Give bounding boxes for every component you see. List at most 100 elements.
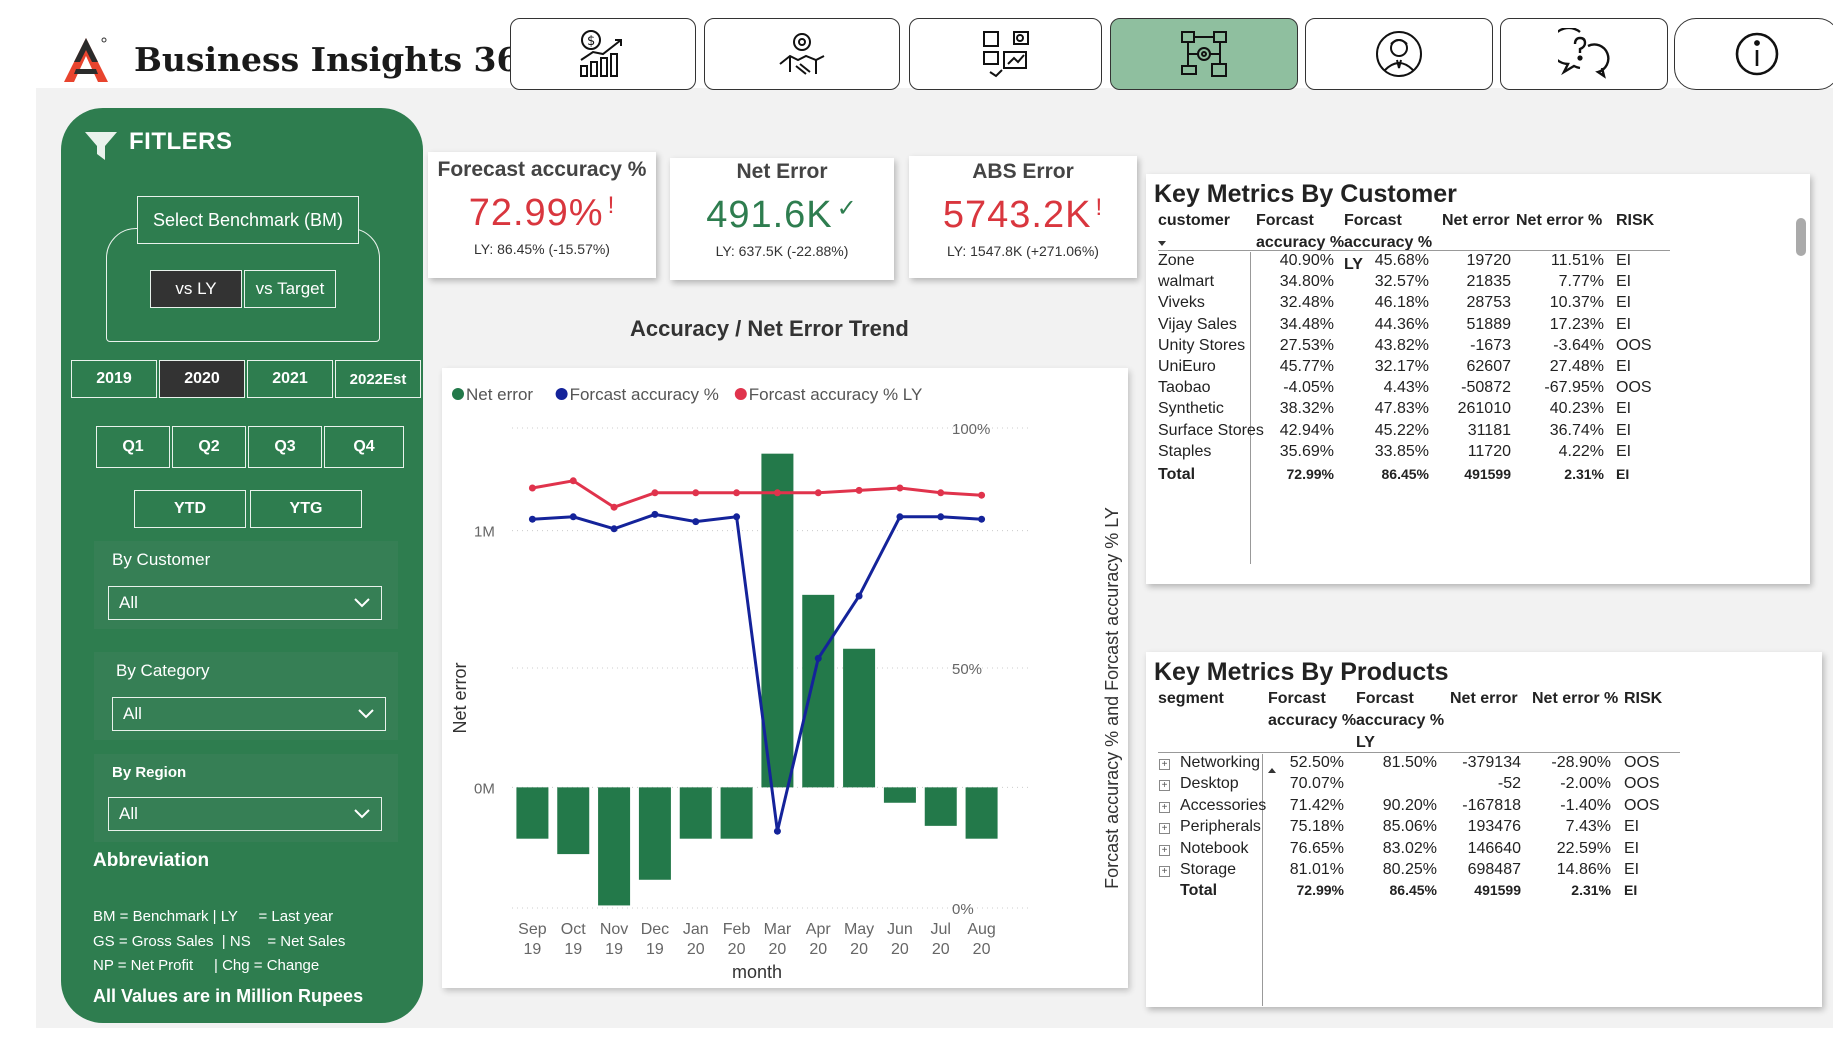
region-dropdown-value: All	[119, 804, 138, 823]
right-axis-title: Forcast accuracy % and Forcast accuracy …	[1102, 507, 1122, 889]
nav-finance-button[interactable]: $	[510, 18, 696, 90]
legend-label: Forcast accuracy % LY	[749, 385, 923, 404]
customer-dropdown[interactable]: All	[108, 586, 382, 620]
legend-marker	[734, 388, 747, 400]
table-cell: -28.90%	[1551, 754, 1611, 771]
units-note: All Values are in Million Rupees	[93, 986, 364, 1006]
table-cell: OOS	[1624, 775, 1660, 793]
quarter-q4-button[interactable]: Q4	[324, 426, 404, 468]
period-ytd-button[interactable]: YTD	[134, 490, 246, 528]
x-tick-label: 19	[564, 941, 582, 958]
table-cell: EI	[1624, 818, 1640, 836]
table-cell: 698487	[1467, 861, 1521, 878]
table-cell: 34.80%	[1279, 273, 1334, 291]
year-2020-button[interactable]: 2020	[159, 360, 245, 398]
nav-sales-button[interactable]	[704, 18, 900, 90]
quarter-q3-button[interactable]: Q3	[248, 426, 322, 468]
nav-marketing-button[interactable]	[909, 18, 1102, 90]
product-metrics-table[interactable]: Key Metrics By Products segment Forcast a…	[1146, 652, 1822, 1007]
trend-chart-card[interactable]: Net error Forcast accuracy % Forcast accur…	[442, 368, 1128, 988]
category-dropdown[interactable]: All	[112, 697, 386, 731]
customer-slicer: By Customer All	[94, 550, 394, 620]
customer-metrics-table[interactable]: Key Metrics By Customer customer Forcast …	[1146, 174, 1810, 584]
net-error-bar	[883, 787, 916, 803]
table-cell: -379134	[1462, 754, 1521, 771]
nav-executive-button[interactable]	[1305, 18, 1493, 90]
expand-icon[interactable]: +	[1159, 866, 1170, 877]
customer-dropdown-value: All	[119, 593, 138, 612]
period-ytg-button[interactable]: YTG	[250, 490, 362, 528]
nav-info-button[interactable]	[1674, 18, 1833, 90]
series-point	[733, 513, 741, 521]
year-2021-button[interactable]: 2021	[247, 360, 333, 398]
series-point	[528, 484, 536, 492]
year-2019-button[interactable]: 2019	[71, 360, 157, 398]
bm-vs-ly-button[interactable]: vs LY	[150, 270, 242, 308]
sort-arrow-icon[interactable]	[1158, 241, 1166, 246]
table-cell: 27.53%	[1279, 336, 1334, 354]
table-cell: 17.23%	[1549, 315, 1604, 333]
legend-marker	[452, 388, 464, 400]
x-tick-label: Oct	[561, 921, 586, 938]
column-header: RISK	[1616, 212, 1655, 229]
category-dropdown-value: All	[123, 704, 142, 723]
bm-vs-target-button[interactable]: vs Target	[244, 270, 336, 308]
table-cell: EI	[1624, 839, 1640, 857]
expand-icon[interactable]: +	[1159, 801, 1170, 813]
kpi-card-forecast-accuracy[interactable]: Forecast accuracy % 72.99%! LY: 86.45% (…	[428, 152, 656, 278]
kpi-comparison: LY: 637.5K (-22.88%)	[715, 243, 849, 259]
customer-table-scrollbar[interactable]	[1796, 218, 1806, 256]
quarter-q2-button[interactable]: Q2	[172, 426, 246, 468]
table-cell: 11720	[1467, 442, 1511, 460]
expand-icon[interactable]: +	[1159, 844, 1170, 856]
chevron-down-icon	[358, 709, 374, 719]
expand-icon[interactable]: +	[1159, 759, 1170, 770]
table-cell: -167818	[1462, 796, 1521, 814]
net-error-bar	[843, 648, 876, 788]
net-error-bar	[638, 787, 671, 880]
table-cell: 51889	[1466, 315, 1512, 333]
series-point	[610, 525, 618, 533]
benchmark-group	[106, 228, 380, 342]
expand-icon[interactable]: +	[1159, 823, 1170, 835]
table-cell: -52	[1497, 775, 1521, 793]
column-header: segment	[1158, 690, 1224, 707]
total-cell: 2.31%	[1571, 882, 1611, 898]
product-table-title: Key Metrics By Products	[1154, 658, 1449, 686]
x-tick-label: 19	[646, 941, 664, 958]
table-cell: 32.48%	[1279, 294, 1334, 312]
table-cell: 43.82%	[1374, 336, 1429, 354]
column-header: Forcast accuracy %	[1268, 690, 1357, 729]
nav-help-button[interactable]	[1500, 18, 1668, 90]
table-cell: 193476	[1467, 818, 1521, 836]
column-header: Forcast accuracy %	[1256, 212, 1345, 251]
header-divider	[1158, 752, 1680, 753]
table-cell: 81.50%	[1382, 754, 1437, 771]
x-axis-title: month	[732, 962, 782, 982]
filters-panel: FITLERS Select Benchmark (BM) vs LY vs T…	[61, 108, 423, 1023]
abbreviation-line: GS = Gross Sales | NS = Net Sales	[93, 933, 346, 950]
header-divider	[1158, 250, 1670, 251]
region-dropdown[interactable]: All	[108, 797, 382, 831]
year-2022est-button[interactable]: 2022Est	[335, 360, 421, 398]
table-cell: OOS	[1624, 796, 1660, 814]
table-cell: 19720	[1466, 252, 1512, 269]
app-logo-icon	[64, 37, 108, 82]
nav-supply-chain-button[interactable]	[1110, 18, 1298, 90]
legend-marker	[555, 388, 568, 400]
quarter-q1-button[interactable]: Q1	[96, 426, 170, 468]
table-cell: 44.36%	[1374, 315, 1429, 333]
column-header: Forcast accuracy % LY	[1356, 690, 1445, 751]
table-cell: -4.05%	[1283, 379, 1334, 397]
kpi-card-abs-error[interactable]: ABS Error 5743.2K! LY: 1547.8K (+271.06%…	[909, 156, 1137, 278]
right-axis-tick: 100%	[952, 421, 990, 438]
left-axis-tick: 1M	[474, 524, 495, 541]
table-cell: 45.22%	[1374, 421, 1429, 439]
x-tick-label: 20	[850, 941, 868, 958]
filters-title: FITLERS	[129, 128, 233, 155]
table-cell: 45.68%	[1374, 252, 1429, 269]
series-point	[692, 518, 700, 526]
kpi-card-net-error[interactable]: Net Error 491.6K ✓ LY: 637.5K (-22.88%)	[670, 158, 894, 280]
table-cell: 33.85%	[1374, 442, 1429, 460]
expand-icon[interactable]: +	[1159, 780, 1170, 792]
